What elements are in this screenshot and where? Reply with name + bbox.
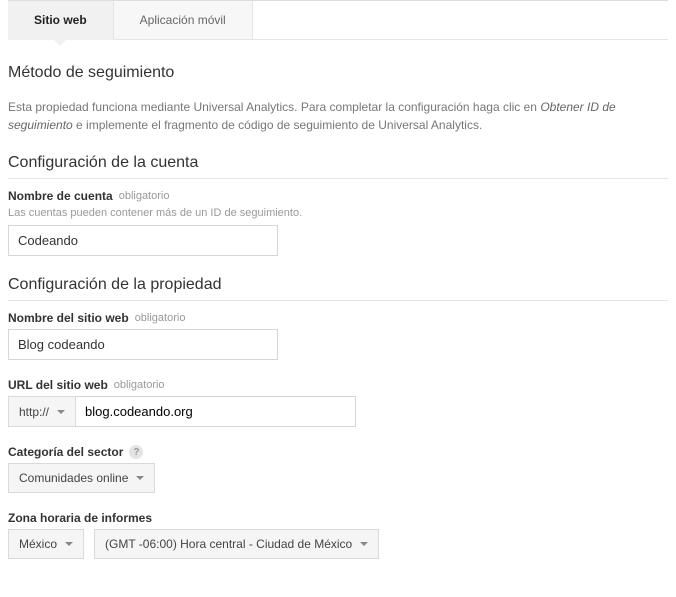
site-name-required: obligatorio [135, 312, 186, 324]
site-name-input[interactable] [8, 329, 278, 360]
account-name-field: Nombre de cuenta obligatorio Las cuentas… [8, 189, 668, 256]
chevron-down-icon [360, 542, 368, 546]
timezone-select[interactable]: (GMT -06:00) Hora central - Ciudad de Mé… [94, 529, 379, 559]
category-field: Categoría del sector ? Comunidades onlin… [8, 445, 668, 493]
timezone-field: Zona horaria de informes México (GMT -06… [8, 511, 668, 559]
category-label: Categoría del sector [8, 445, 123, 459]
property-title: Configuración de la propiedad [8, 276, 668, 301]
tabs: Sitio web Aplicación móvil [8, 0, 668, 40]
site-url-label: URL del sitio web [8, 378, 108, 392]
help-icon[interactable]: ? [129, 445, 143, 459]
timezone-country-select[interactable]: México [8, 529, 84, 559]
account-name-hint: Las cuentas pueden contener más de un ID… [8, 207, 668, 219]
url-scheme-select[interactable]: http:// [8, 396, 76, 427]
chevron-down-icon [136, 476, 144, 480]
chevron-down-icon [65, 542, 73, 546]
site-name-label: Nombre del sitio web [8, 311, 129, 325]
site-url-field: URL del sitio web obligatorio http:// [8, 378, 668, 427]
site-url-input[interactable] [76, 396, 356, 427]
tracking-desc: Esta propiedad funciona mediante Univers… [8, 98, 668, 134]
account-name-label: Nombre de cuenta [8, 189, 113, 203]
chevron-down-icon [57, 410, 65, 414]
timezone-label: Zona horaria de informes [8, 511, 152, 525]
account-name-required: obligatorio [119, 190, 170, 202]
account-name-input[interactable] [8, 225, 278, 256]
tab-website[interactable]: Sitio web [8, 1, 114, 40]
tracking-title: Método de seguimiento [8, 64, 668, 88]
account-title: Configuración de la cuenta [8, 154, 668, 179]
category-select[interactable]: Comunidades online [8, 463, 155, 493]
tab-mobile[interactable]: Aplicación móvil [114, 1, 253, 40]
site-url-required: obligatorio [114, 379, 165, 391]
site-name-field: Nombre del sitio web obligatorio [8, 311, 668, 360]
